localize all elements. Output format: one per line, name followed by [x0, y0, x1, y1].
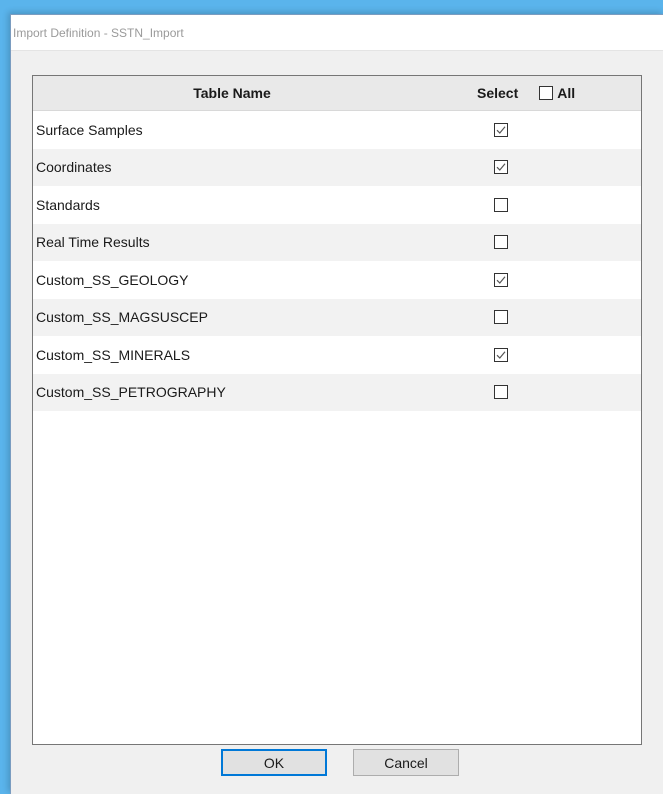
- select-column-label: Select: [477, 85, 519, 101]
- table-row: Coordinates: [33, 148, 641, 186]
- table-name-cell: Custom_SS_PETROGRAPHY: [36, 384, 226, 401]
- select-all-checkbox[interactable]: [539, 86, 554, 100]
- window-title: Import Definition - SSTN_Import: [13, 25, 184, 40]
- ok-button[interactable]: OK: [221, 749, 327, 776]
- table-row: Custom_SS_MINERALS: [33, 336, 641, 374]
- select-checkbox[interactable]: [494, 122, 508, 137]
- select-cell: [491, 385, 511, 400]
- grid-rows: Surface Samples Coordinates Standards Real …: [33, 111, 641, 411]
- table-row: Standards: [33, 186, 641, 224]
- table-row: Surface Samples: [33, 111, 641, 149]
- grid-header: Table Name Select All: [33, 76, 641, 111]
- table-row: Real Time Results: [33, 223, 641, 261]
- select-cell: [491, 122, 511, 137]
- select-cell: [491, 310, 511, 325]
- column-header-select: Select All: [477, 85, 575, 101]
- select-cell: [491, 347, 511, 362]
- select-checkbox[interactable]: [494, 385, 508, 400]
- table-selection-grid: Table Name Select All Surface Samples Coo…: [32, 75, 642, 745]
- title-bar[interactable]: Import Definition - SSTN_Import: [11, 15, 663, 51]
- table-name-cell: Standards: [36, 196, 100, 213]
- select-cell: [491, 197, 511, 212]
- select-cell: [491, 235, 511, 250]
- table-name-cell: Custom_SS_GEOLOGY: [36, 271, 189, 288]
- select-all-toggle[interactable]: All: [539, 85, 575, 101]
- select-checkbox[interactable]: [494, 197, 508, 212]
- column-header-table-name: Table Name: [193, 85, 271, 101]
- table-name-cell: Real Time Results: [36, 234, 150, 251]
- select-checkbox[interactable]: [494, 235, 508, 250]
- select-all-label: All: [557, 85, 576, 101]
- table-name-cell: Custom_SS_MAGSUSCEP: [36, 309, 208, 326]
- import-definition-dialog: Import Definition - SSTN_Import Table Na…: [10, 14, 663, 794]
- table-row: Custom_SS_MAGSUSCEP: [33, 298, 641, 336]
- select-cell: [491, 160, 511, 175]
- select-checkbox[interactable]: [494, 310, 508, 325]
- table-name-cell: Surface Samples: [36, 121, 143, 138]
- select-checkbox[interactable]: [494, 347, 508, 362]
- table-row: Custom_SS_PETROGRAPHY: [33, 373, 641, 411]
- select-cell: [491, 272, 511, 287]
- cancel-button[interactable]: Cancel: [353, 749, 459, 776]
- table-name-cell: Coordinates: [36, 159, 112, 176]
- select-checkbox[interactable]: [494, 272, 508, 287]
- table-name-cell: Custom_SS_MINERALS: [36, 346, 191, 363]
- select-checkbox[interactable]: [494, 160, 508, 175]
- table-row: Custom_SS_GEOLOGY: [33, 261, 641, 299]
